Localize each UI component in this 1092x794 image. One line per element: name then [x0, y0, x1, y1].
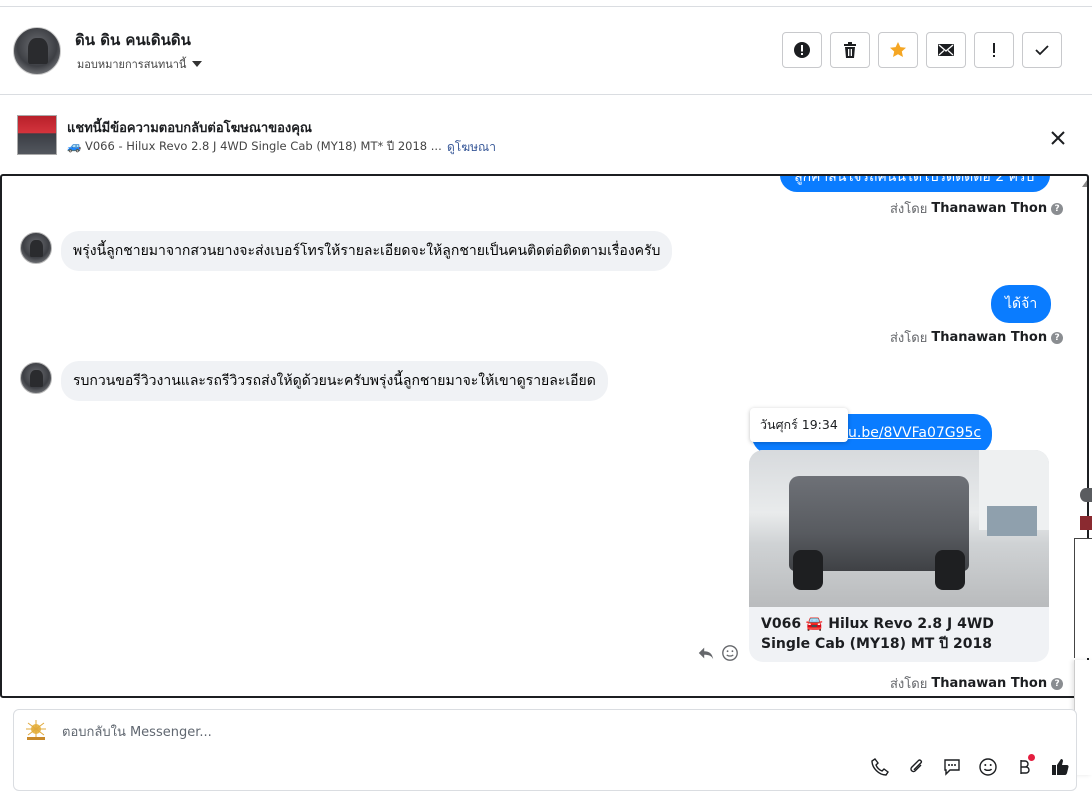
side-avatar-fragment: [1080, 488, 1092, 502]
emoji-button[interactable]: [977, 756, 999, 778]
message-text: ลูกค้าสนใจรถคันนี้ได้โปรดติดต่อ 2 ครับ: [794, 174, 1035, 185]
contact-name[interactable]: ดิน ดิน คนเดินดิน: [75, 28, 191, 52]
notification-dot: [1028, 754, 1035, 761]
message-link[interactable]: u.be/8VVFa07G95c: [848, 425, 981, 441]
timestamp-tooltip: วันศุกร์ 19:34: [750, 408, 848, 442]
paperclip-icon: [910, 759, 923, 773]
contact-avatar-small: [20, 362, 52, 394]
sent-by-label: ส่งโดย Thanawan Thon ?: [890, 327, 1064, 348]
scroll-up-arrow-icon[interactable]: [1082, 180, 1087, 187]
ad-reply-banner: แชทนี้มีข้อความตอบกลับต่อโฆษณาของคุณ 🚙 V…: [0, 96, 1092, 174]
view-ad-link[interactable]: ดูโฆษณา: [447, 138, 496, 157]
call-button[interactable]: [869, 756, 891, 778]
follow-up-button[interactable]: [974, 32, 1014, 68]
emoji-react-icon[interactable]: [721, 644, 739, 662]
message-text: ได้จ้า: [1005, 296, 1038, 312]
page-logo-icon: [26, 720, 46, 740]
conversation-header: ดิน ดิน คนเดินดิน มอบหมายการสนทนานี้: [0, 6, 1092, 95]
side-thumbnail-fragment: [1080, 516, 1092, 530]
link-preview-title: V066 🚘 Hilux Revo 2.8 J 4WD Single Cab (…: [761, 616, 994, 652]
message-text: พรุ่งนี้ลูกชายมาจากสวนยางจะส่งเบอร์โทรให…: [73, 243, 661, 259]
smiley-icon: [979, 758, 997, 776]
sender-name: Thanawan Thon: [931, 201, 1048, 216]
sent-by-prefix: ส่งโดย: [890, 677, 928, 692]
incoming-message-bubble[interactable]: พรุ่งนี้ลูกชายมาจากสวนยางจะส่งเบอร์โทรให…: [61, 231, 673, 271]
sent-by-prefix: ส่งโดย: [890, 202, 928, 217]
reply-icon[interactable]: [697, 644, 715, 662]
sender-name: Thanawan Thon: [931, 330, 1048, 345]
assign-label: มอบหมายการสนทนานี้: [77, 58, 187, 71]
help-icon[interactable]: ?: [1051, 677, 1064, 690]
header-actions: [782, 32, 1062, 68]
link-preview-image: [749, 450, 1049, 607]
contact-avatar-small: [20, 232, 52, 264]
like-button[interactable]: [1049, 756, 1071, 778]
message-actions: [697, 644, 739, 662]
attach-button[interactable]: [905, 756, 927, 778]
exclamation-icon: [993, 43, 995, 57]
outgoing-message-bubble[interactable]: ได้จ้า: [991, 285, 1052, 323]
incoming-message-bubble[interactable]: รบกวนขอรีวิวงานและรถรีวิวรถส่งให้ดูด้วยน…: [61, 361, 608, 401]
check-icon: [1035, 45, 1049, 56]
inbox-conversation: ดิน ดิน คนเดินดิน มอบหมายการสนทนานี้ แชท…: [0, 0, 1092, 794]
message-text: รบกวนขอรีวิวงานและรถรีวิวรถส่งให้ดูด้วยน…: [73, 373, 596, 389]
link-preview-card[interactable]: V066 🚘 Hilux Revo 2.8 J 4WD Single Cab (…: [749, 450, 1049, 662]
caret-down-icon: [192, 61, 203, 67]
delete-button[interactable]: [830, 32, 870, 68]
ad-thumbnail[interactable]: [17, 115, 57, 155]
help-icon[interactable]: ?: [1051, 331, 1064, 344]
mark-spam-button[interactable]: [782, 32, 822, 68]
message-thread[interactable]: ลูกค้าสนใจรถคันนี้ได้โปรดติดต่อ 2 ครับ ส…: [0, 174, 1089, 698]
sender-name: Thanawan Thon: [931, 676, 1048, 691]
alert-circle-icon: [794, 42, 810, 58]
star-icon: [890, 42, 906, 57]
ad-banner-subtitle: 🚙 V066 - Hilux Revo 2.8 J 4WD Single Cab…: [67, 139, 442, 153]
star-button[interactable]: [878, 32, 918, 68]
contact-avatar[interactable]: [13, 27, 61, 75]
thumbs-up-icon: [1052, 759, 1069, 775]
trash-icon: [844, 42, 856, 58]
chat-bubble-icon: [944, 759, 960, 776]
side-panel-fragment: [1074, 538, 1092, 658]
mark-unread-button[interactable]: [926, 32, 966, 68]
saved-reply-button[interactable]: [941, 756, 963, 778]
ad-banner-title: แชทนี้มีข้อความตอบกลับต่อโฆษณาของคุณ: [67, 121, 312, 136]
close-icon[interactable]: [1046, 126, 1070, 150]
help-icon[interactable]: ?: [1051, 202, 1064, 215]
payment-button[interactable]: [1013, 754, 1035, 778]
envelope-icon: [938, 44, 954, 56]
outgoing-message-bubble[interactable]: ลูกค้าสนใจรถคันนี้ได้โปรดติดต่อ 2 ครับ: [780, 174, 1050, 192]
assign-dropdown[interactable]: มอบหมายการสนทนานี้: [77, 55, 203, 73]
sent-by-label: ส่งโดย Thanawan Thon ?: [890, 673, 1064, 694]
composer-tools: [869, 754, 1071, 778]
message-composer: [13, 709, 1077, 791]
sent-by-prefix: ส่งโดย: [890, 331, 928, 346]
phone-icon: [871, 758, 889, 776]
sent-by-label: ส่งโดย Thanawan Thon ?: [890, 198, 1064, 219]
mark-done-button[interactable]: [1022, 32, 1062, 68]
reply-input[interactable]: [62, 722, 662, 742]
